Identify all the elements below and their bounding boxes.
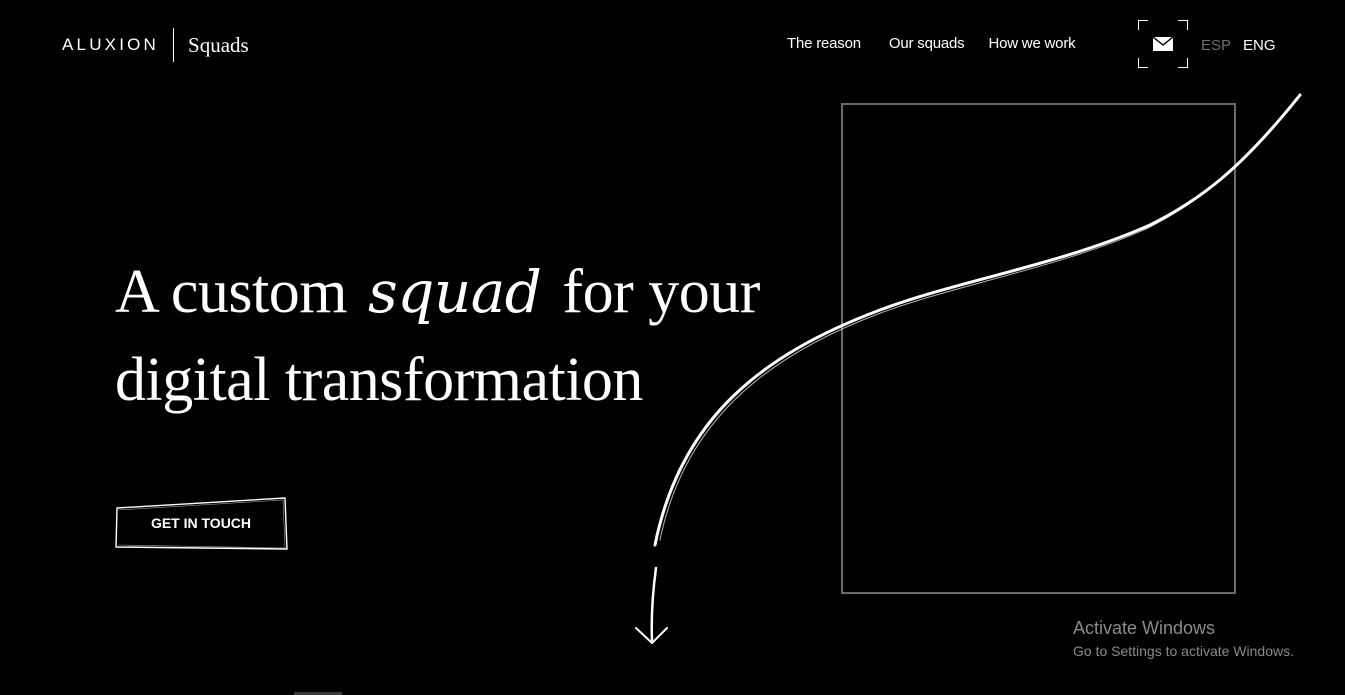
watermark-subtitle: Go to Settings to activate Windows. bbox=[1073, 643, 1294, 659]
hero-title: A custom squad for your digital transfor… bbox=[115, 248, 760, 424]
hero-title-part2: for your bbox=[562, 258, 760, 326]
hero-title-part1: A custom bbox=[115, 258, 347, 326]
down-arrow-icon[interactable] bbox=[635, 566, 668, 644]
cta-label: GET IN TOUCH bbox=[150, 515, 252, 531]
watermark-title: Activate Windows bbox=[1073, 618, 1216, 638]
windows-activation-watermark: Activate Windows Go to Settings to activ… bbox=[1073, 617, 1294, 661]
hero-title-line2: digital transformation bbox=[115, 346, 643, 414]
page: ALUXION Squads The reason Our squads How… bbox=[0, 0, 1345, 695]
hero-title-accent: squad bbox=[367, 258, 542, 326]
get-in-touch-button[interactable]: GET IN TOUCH bbox=[115, 497, 288, 550]
